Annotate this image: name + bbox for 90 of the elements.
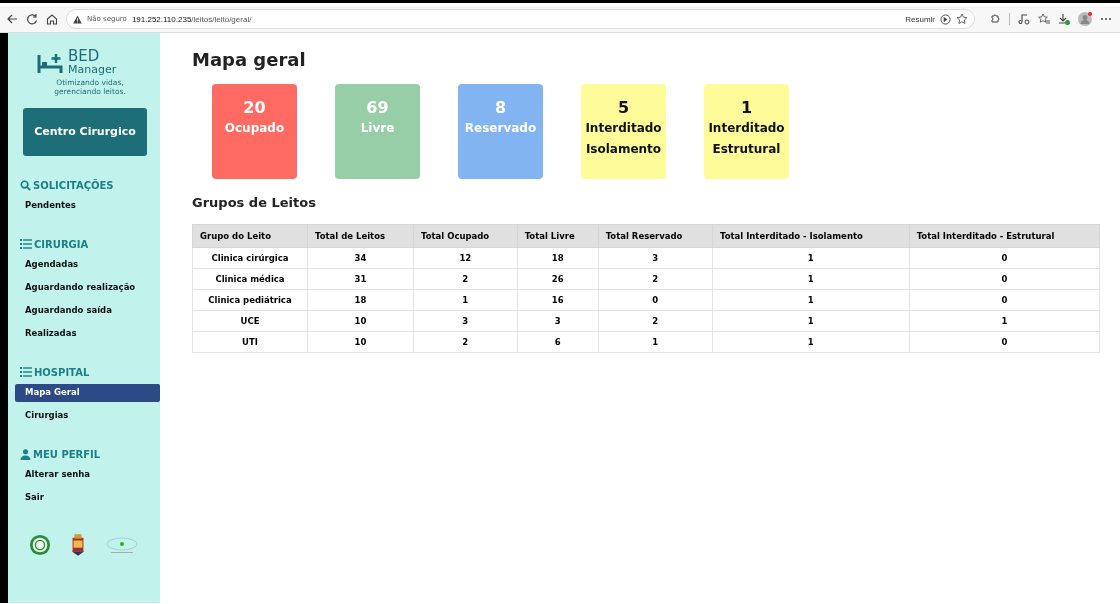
table-cell: 1 [712,289,910,311]
table-cell: 10 [307,331,414,353]
table-cell: 34 [307,247,414,269]
table-cell: 1 [712,310,910,332]
table-cell: 0 [598,289,713,311]
column-header: Total Ocupado [413,224,518,248]
section-heading: MEU PERFIL [33,448,101,460]
status-count: 8 [494,98,507,117]
table-cell: 18 [307,289,414,311]
list-icon [20,239,32,250]
table-cell: 1 [712,268,910,290]
menu-item[interactable]: Agendadas [8,255,160,274]
brand-name: BED [68,49,101,64]
crest-icon [69,532,87,557]
avatar-icon[interactable] [1078,12,1092,26]
column-header: Total Livre [517,224,599,248]
table-cell: 16 [517,289,599,311]
menu-item[interactable]: Realizadas [8,324,160,343]
status-label: Interditado Isolamento [584,120,663,158]
table-cell: 1 [413,289,518,311]
menu-item[interactable]: Aguardando realização [8,278,160,297]
summarize-icon[interactable] [940,13,951,25]
status-count: 69 [366,98,389,117]
table-cell: 0 [909,247,1100,269]
table-cell: 3 [598,247,713,269]
status-count: 5 [617,98,630,117]
brand-subname: Manager [68,64,117,75]
table-cell: 1 [909,310,1100,332]
table-cell: 0 [909,331,1100,353]
table-cell: 2 [598,268,713,290]
section-heading: SOLICITAÇÕES [33,179,114,191]
table-cell: 0 [909,268,1100,290]
search-icon [20,179,31,191]
star-icon[interactable] [956,13,968,25]
column-header: Total de Leitos [307,224,414,248]
table-cell: 6 [517,331,599,353]
table-cell: UTI [192,331,308,353]
status-label: Ocupado [224,120,285,137]
column-header: Grupo do Leito [192,224,308,248]
menu-item[interactable]: Sair [8,488,160,507]
favorites-icon[interactable] [1038,13,1050,25]
summarize-button[interactable]: Resumir [905,14,935,24]
status-label: Livre [360,120,395,137]
status-label: Interditado Estrutural [707,120,786,158]
page-title: Mapa geral [192,49,307,70]
table-cell: 0 [909,289,1100,311]
column-header: Total Interditado - Isolamento [712,224,910,248]
music-icon[interactable] [1018,13,1030,25]
table-cell: 26 [517,268,599,290]
table-cell: 1 [712,247,910,269]
menu-item[interactable]: Mapa Geral [15,383,160,402]
table-cell: 1 [712,331,910,353]
list-icon [20,367,32,378]
seal-icon [29,533,51,556]
column-header: Total Reservado [598,224,713,248]
download-icon[interactable] [1058,13,1070,25]
home-icon[interactable] [46,13,58,25]
unit-button[interactable]: Centro Cirurgico [23,107,147,156]
table-cell: 10 [307,310,414,332]
menu-item[interactable]: Alterar senha [8,465,160,484]
url-text: 191.252.110.235/leitos/leito/geral/ [131,14,252,24]
table-cell: 31 [307,268,414,290]
reload-icon[interactable] [26,13,38,25]
user-icon [20,448,31,460]
table-cell: 18 [517,247,599,269]
table-cell: Clinica médica [192,268,308,290]
menu-item[interactable]: Pendentes [8,196,160,215]
table-cell: Clinica cirúrgica [192,247,308,269]
status-label: Reservado [464,120,537,137]
column-header: Total Interditado - Estrutural [909,224,1100,248]
section-heading: HOSPITAL [34,366,90,378]
menu-item[interactable]: Aguardando saída [8,301,160,320]
table-cell: 3 [413,310,518,332]
warning-icon [73,14,82,24]
table-cell: 2 [598,310,713,332]
table-cell: 12 [413,247,518,269]
status-count: 20 [243,98,266,117]
section-title: Grupos de Leitos [192,195,317,210]
table-cell: 1 [598,331,713,353]
bed-plus-icon [36,53,66,75]
table-cell: Clinica pediátrica [192,289,308,311]
section-heading: CIRURGIA [34,238,89,250]
menu-item[interactable]: Cirurgias [8,406,160,425]
back-icon[interactable] [6,13,18,25]
status-count: 1 [740,98,753,117]
table-cell: 2 [413,331,518,353]
orbit-icon [105,534,139,555]
table-cell: 3 [517,310,599,332]
table-cell: 2 [413,268,518,290]
table-cell: UCE [192,310,308,332]
